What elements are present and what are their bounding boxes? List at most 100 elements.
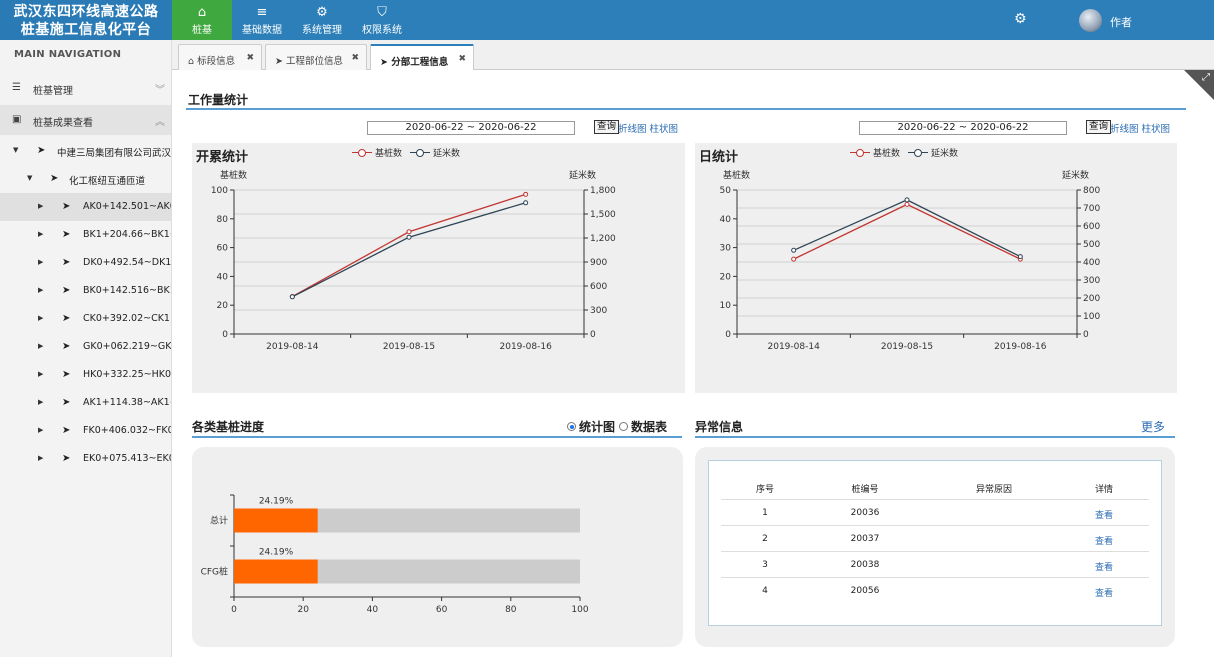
caret-right-icon[interactable]: ▶	[38, 398, 43, 406]
y-tick-label: 20	[217, 301, 229, 311]
tree-node-segment[interactable]: ▶ ➤ EK0+075.413~EK0+	[0, 445, 171, 473]
home-icon: ⌂	[188, 56, 195, 67]
tab-subproject-info[interactable]: ➤ 分部工程信息 ✖	[370, 44, 474, 71]
radio-chart-label[interactable]: 统计图	[579, 418, 615, 435]
progress-view-toggle: 统计图 数据表	[567, 418, 667, 435]
view-detail-link[interactable]: 查看	[1084, 560, 1124, 573]
tab-part-info[interactable]: ➤ 工程部位信息 ✖	[265, 44, 367, 70]
x-tick-label: 2019-08-14	[768, 342, 821, 352]
col-header-no: 序号	[755, 485, 774, 495]
tree-node-interchange[interactable]: ▼ ➤ 化工枢纽互通匝道	[0, 165, 171, 193]
y2-tick-label: 300	[1083, 276, 1100, 286]
data-point	[904, 201, 910, 207]
tree-node-segment[interactable]: ▶ ➤ GK0+062.219~GK0	[0, 333, 171, 361]
tree-node-segment[interactable]: ▶ ➤ AK0+142.501~AK0	[0, 193, 171, 221]
cell-no: 3	[762, 560, 768, 570]
left-date-range-input[interactable]: 2020-06-22 ~ 2020-06-22	[367, 121, 575, 135]
caret-down-icon[interactable]: ▼	[27, 174, 32, 182]
tree-node-company[interactable]: ▼ ➤ 中建三局集团有限公司武汉	[0, 137, 172, 165]
sidebar-item-pile-manage[interactable]: ☰ 桩基管理 ︾	[0, 73, 171, 103]
tree-node-segment[interactable]: ▶ ➤ CK0+392.02~CK1+	[0, 305, 171, 333]
settings-gear-icon[interactable]: ⚙	[1014, 11, 1027, 27]
y2-tick-label: 400	[1083, 258, 1100, 268]
sidebar-item-pile-results[interactable]: ▣ 桩基成果查看 ︽	[0, 105, 171, 135]
x-tick-label: 2019-08-14	[266, 342, 319, 352]
sidebar-item-label: 桩基成果查看	[33, 118, 93, 129]
tree-node-label: DK0+492.54~DK1+	[83, 257, 172, 268]
app-title: 武汉东四环线高速公路 桩基施工信息化平台	[0, 0, 172, 40]
topnav-basedata[interactable]: ≡ 基础数据	[232, 0, 292, 40]
topnav-permission[interactable]: ⛉ 权限系统	[352, 0, 412, 40]
send-icon: ➤	[62, 229, 71, 240]
view-detail-link[interactable]: 查看	[1084, 586, 1124, 599]
send-icon: ➤	[62, 341, 71, 352]
cell-pile: 20036	[850, 508, 880, 518]
close-icon[interactable]: ✖	[458, 54, 466, 64]
caret-down-icon[interactable]: ▼	[13, 146, 18, 154]
daily-chart-panel: 日统计 基桩数 延米数 基桩数 延米数 0 10 20 30 40 50 0 100 200 30…	[695, 143, 1177, 393]
app-title-line2: 桩基施工信息化平台	[20, 22, 152, 38]
progress-chart-panel: 0 20 40 60 80 100 总计 24.19% CFG桩 24.19%	[192, 447, 683, 647]
home-icon: ⌂	[197, 5, 207, 20]
folder-icon: ▣	[12, 114, 22, 125]
view-detail-link[interactable]: 查看	[1084, 534, 1124, 547]
right-query-button[interactable]: 查询	[1086, 120, 1112, 134]
caret-right-icon[interactable]: ▶	[38, 286, 43, 294]
radio-chart[interactable]	[567, 422, 576, 431]
x-tick-label: 0	[231, 605, 237, 615]
caret-right-icon[interactable]: ▶	[38, 230, 43, 238]
right-date-range-input[interactable]: 2020-06-22 ~ 2020-06-22	[859, 121, 1067, 135]
tab-label: 分部工程信息	[391, 57, 449, 68]
y-tick-label: 20	[720, 272, 732, 282]
radio-table[interactable]	[619, 422, 629, 431]
tree-node-segment[interactable]: ▶ ➤ HK0+332.25~HK0+	[0, 361, 171, 389]
topnav-label: 桩基	[192, 25, 212, 36]
close-icon[interactable]: ✖	[351, 53, 359, 63]
tab-section-info[interactable]: ⌂ 标段信息 ✖	[178, 44, 262, 70]
workload-title: 工作量统计	[188, 93, 249, 107]
caret-right-icon[interactable]: ▶	[38, 202, 43, 210]
user-name[interactable]: 作者	[1110, 14, 1132, 30]
left-chart-links: 折线图 柱状图	[618, 121, 678, 135]
avatar[interactable]	[1079, 9, 1102, 32]
cell-no: 1	[762, 508, 768, 518]
right-bar-chart-link[interactable]: 柱状图	[1142, 124, 1171, 135]
left-query-button[interactable]: 查询	[594, 120, 620, 134]
close-icon[interactable]: ✖	[246, 53, 254, 63]
caret-right-icon[interactable]: ▶	[38, 426, 43, 434]
caret-right-icon[interactable]: ▶	[38, 314, 43, 322]
daily-line-chart: 0102030405001002003004005006007008002019…	[720, 186, 1101, 352]
bar-fill	[234, 559, 318, 584]
caret-right-icon[interactable]: ▶	[38, 454, 43, 462]
caret-right-icon[interactable]: ▶	[38, 370, 43, 378]
row-divider	[721, 525, 1149, 526]
expand-icon[interactable]: ⤢	[1202, 72, 1210, 83]
col-header-reason: 异常原因	[975, 485, 1012, 495]
radio-table-label[interactable]: 数据表	[631, 418, 667, 435]
view-detail-link[interactable]: 查看	[1084, 508, 1124, 521]
tree-node-label: 中建三局集团有限公司武汉	[57, 148, 172, 159]
caret-right-icon[interactable]: ▶	[38, 342, 43, 350]
topnav-system[interactable]: ⚙ 系统管理	[292, 0, 352, 40]
top-nav: ⌂ 桩基 ≡ 基础数据 ⚙ 系统管理 ⛉ 权限系统	[172, 0, 412, 40]
left-line-chart-link[interactable]: 折线图	[618, 124, 647, 135]
more-link[interactable]: 更多	[1141, 418, 1165, 435]
data-point	[791, 247, 797, 253]
row-divider	[721, 551, 1149, 552]
data-label: 24.19%	[259, 548, 294, 558]
tree-node-segment[interactable]: ▶ ➤ DK0+492.54~DK1+	[0, 249, 172, 277]
progress-bar-chart: 0 20 40 60 80 100 总计 24.19% CFG桩 24.19%	[201, 494, 589, 615]
x-tick-label: 80	[505, 605, 517, 615]
tree-node-segment[interactable]: ▶ ➤ AK1+114.38~AK1+	[0, 389, 171, 417]
tree-node-segment[interactable]: ▶ ➤ BK1+204.66~BK1+	[0, 221, 171, 249]
y-tick-label: 40	[720, 215, 732, 225]
col-header-pile: 桩编号	[851, 485, 879, 495]
y2-tick-label: 0	[1083, 330, 1089, 340]
left-bar-chart-link[interactable]: 柱状图	[650, 124, 679, 135]
tree-node-segment[interactable]: ▶ ➤ BK0+142.516~BK1	[0, 277, 171, 305]
section-divider	[695, 436, 1175, 438]
caret-right-icon[interactable]: ▶	[38, 258, 43, 266]
right-line-chart-link[interactable]: 折线图	[1110, 124, 1139, 135]
tree-node-segment[interactable]: ▶ ➤ FK0+406.032~FK0+	[0, 417, 171, 445]
topnav-pile[interactable]: ⌂ 桩基	[172, 0, 232, 40]
